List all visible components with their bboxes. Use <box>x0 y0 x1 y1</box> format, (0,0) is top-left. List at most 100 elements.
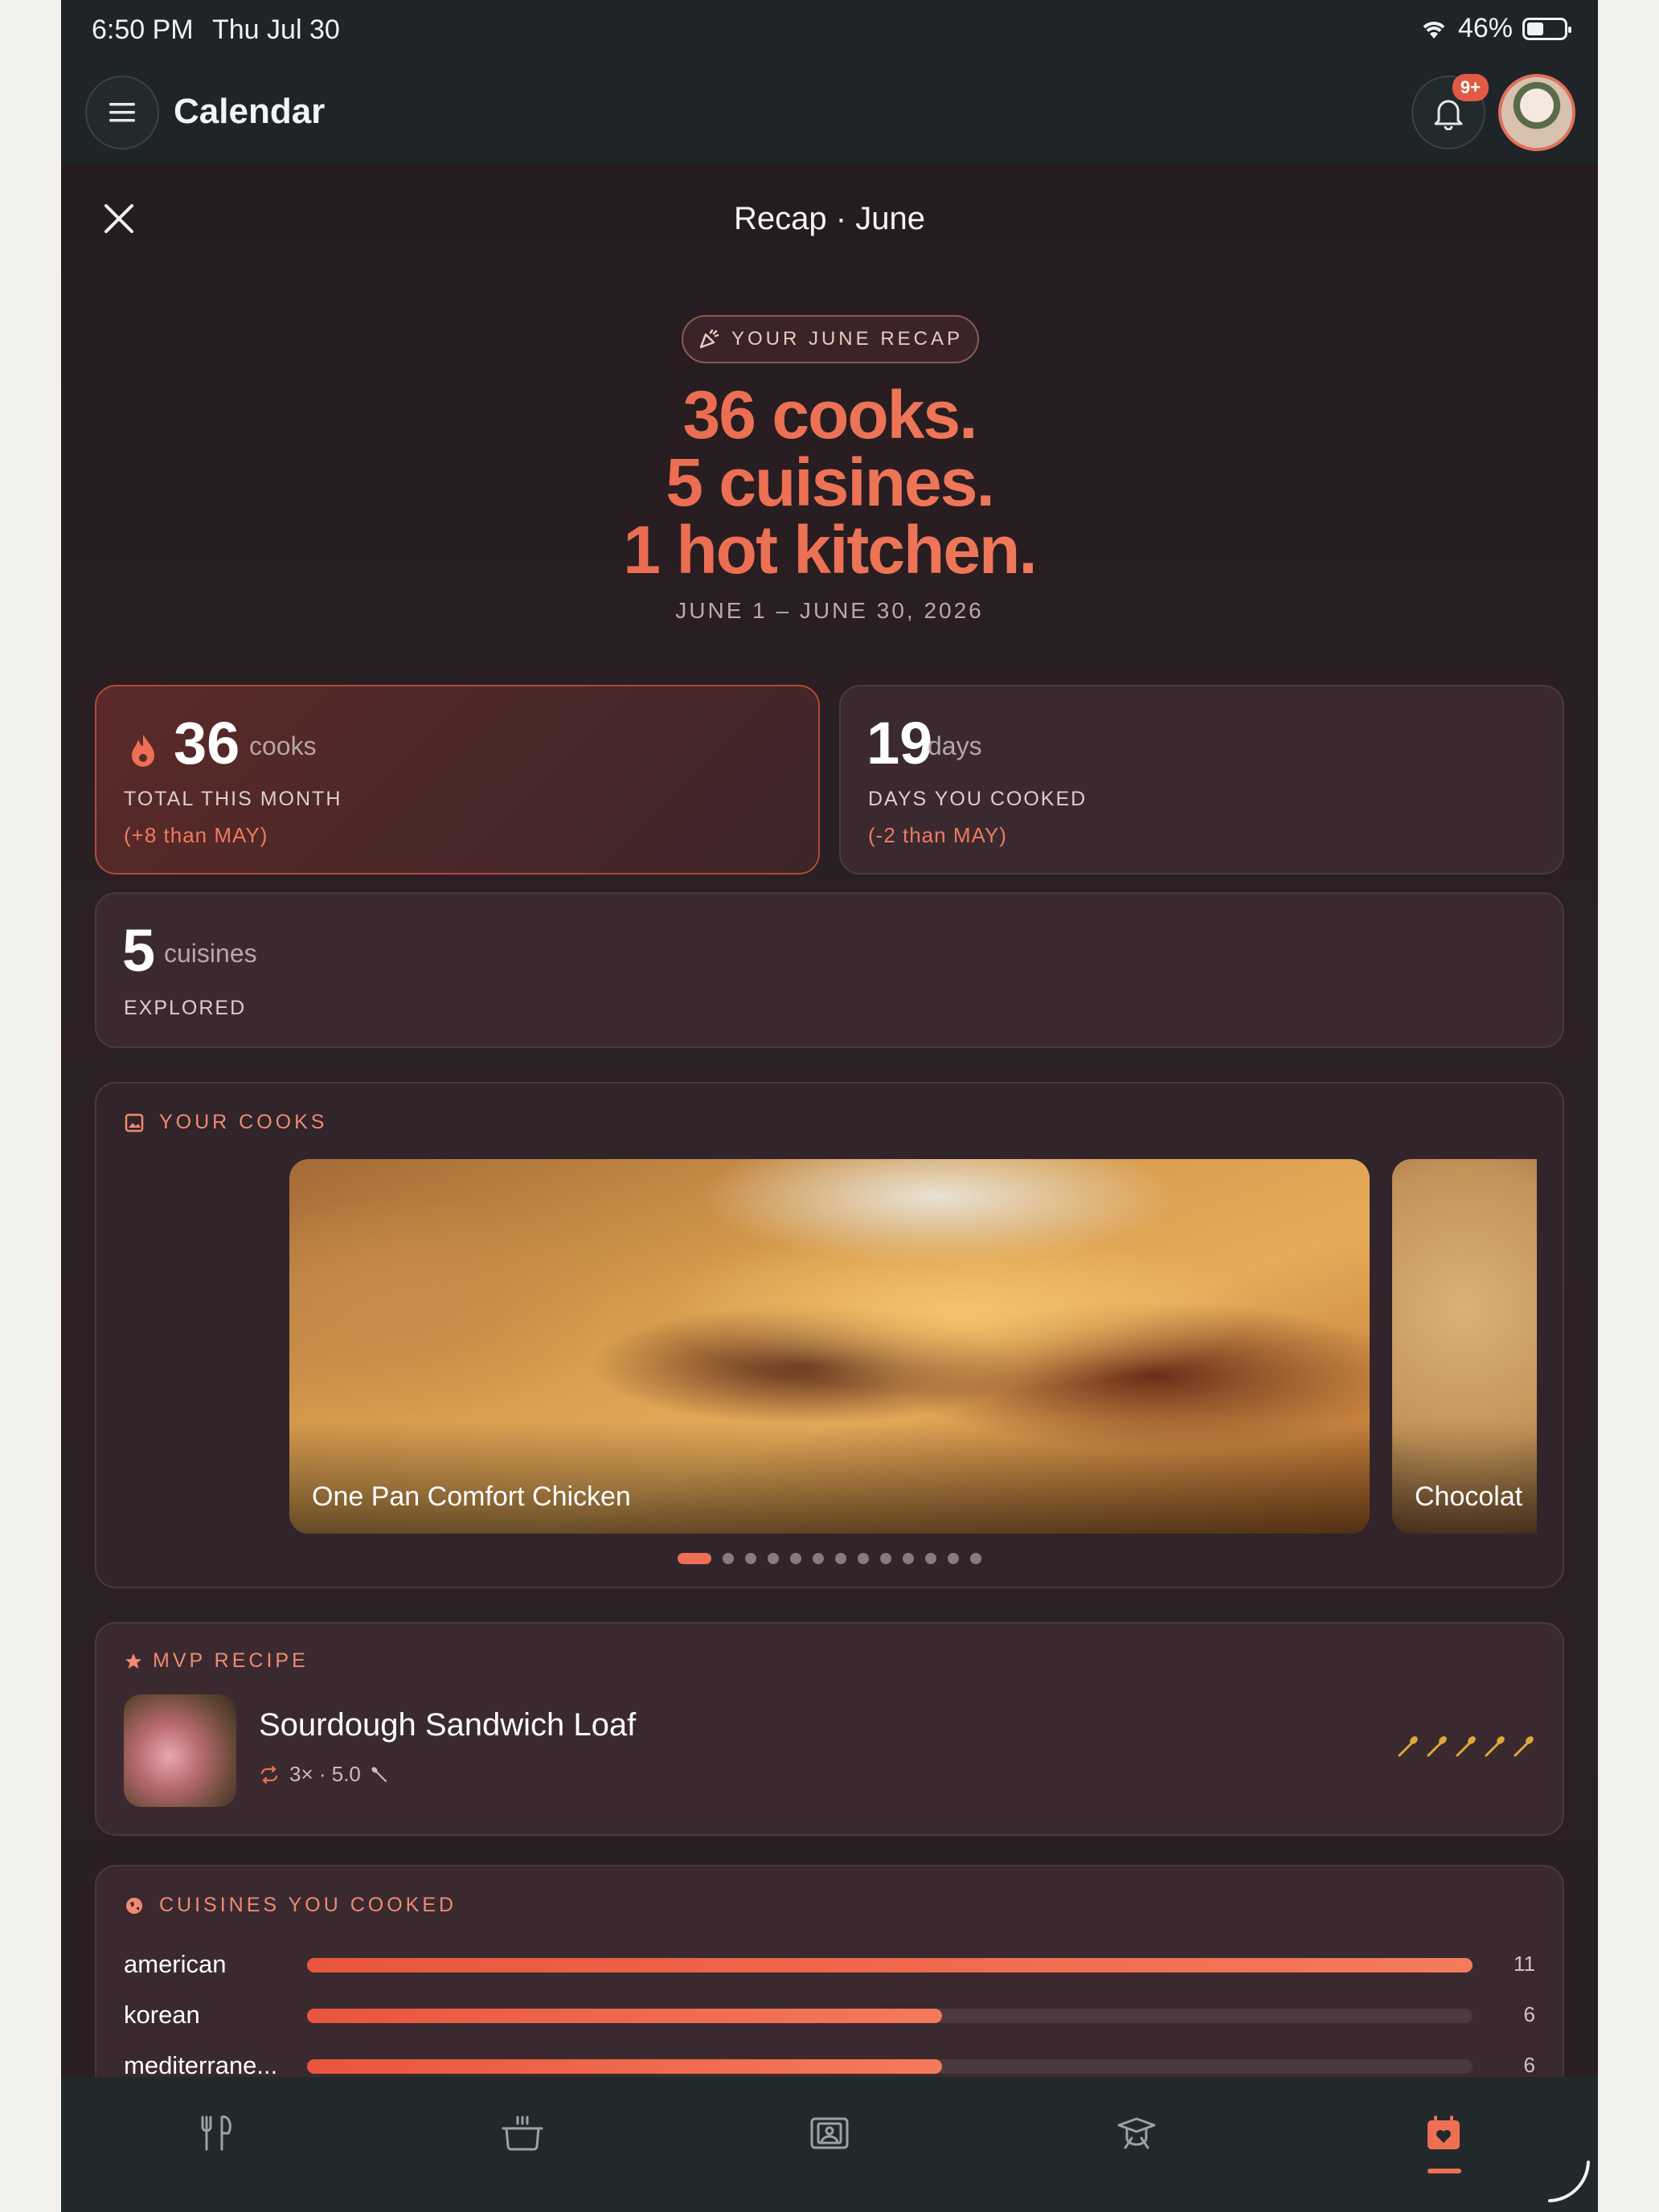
status-time: 6:50 PM <box>92 14 194 45</box>
carousel-dot[interactable] <box>745 1553 756 1564</box>
repeat-icon <box>260 1765 278 1784</box>
device-screen: 6:50 PM Thu Jul 30 46% Calendar 9+ Recap… <box>61 0 1598 2212</box>
cook-photo-1[interactable]: One Pan Comfort Chicken <box>289 1159 1370 1534</box>
scroll-handle[interactable] <box>1545 2157 1593 2206</box>
carousel-dot[interactable] <box>835 1553 846 1564</box>
rating-spoon-icon <box>1514 1736 1534 1757</box>
mvp-meta-text: 3× · 5.0 <box>289 1762 361 1786</box>
menu-button[interactable] <box>85 76 159 150</box>
mvp-rating <box>1395 1735 1535 1759</box>
cook-photo-1-caption: One Pan Comfort Chicken <box>312 1481 631 1512</box>
cuisines-header: CUISINES YOU COOKED <box>124 1894 457 1917</box>
hamburger-icon <box>109 103 135 122</box>
stat-cooks-label: TOTAL THIS MONTH <box>124 788 342 810</box>
recap-pill: YOUR JUNE RECAP <box>682 315 979 363</box>
globe-icon <box>126 1897 142 1914</box>
spoon-icon <box>371 1766 387 1782</box>
status-right: 46% <box>1419 13 1571 44</box>
stat-days-unit: days <box>928 731 982 760</box>
carousel-dot[interactable] <box>970 1553 981 1564</box>
flame-icon <box>132 735 154 767</box>
cuisine-label: american <box>124 1950 227 1978</box>
modal-title: Recap · June <box>734 201 925 236</box>
cuisine-bar-track <box>307 2009 1473 2023</box>
battery-percent: 46% <box>1457 13 1513 43</box>
carousel-dots[interactable] <box>96 1553 1563 1564</box>
carousel-dot[interactable] <box>903 1553 914 1564</box>
stat-cuisines-unit: cuisines <box>164 939 257 968</box>
carousel-dot[interactable] <box>813 1553 824 1564</box>
app-title: Calendar <box>174 92 326 131</box>
your-cooks-header: YOUR COOKS <box>124 1111 327 1134</box>
carousel-dot[interactable] <box>880 1553 891 1564</box>
stat-cooks-unit: cooks <box>249 731 317 760</box>
notifications-button[interactable]: 9+ <box>1411 74 1489 150</box>
headline-line-2: 5 cuisines. <box>61 449 1598 516</box>
stat-days-delta: (-2 than MAY) <box>868 823 1007 847</box>
carousel-dot[interactable] <box>925 1553 936 1564</box>
tab-gallery[interactable] <box>797 2101 862 2165</box>
bottom-tab-bar <box>61 2077 1598 2212</box>
battery-icon <box>1522 17 1571 40</box>
tab-cook[interactable] <box>490 2101 555 2165</box>
cuisine-row: korean 6 <box>124 2001 1535 2033</box>
recap-pill-label: YOUR JUNE RECAP <box>731 328 964 350</box>
cuisine-count: 6 <box>1523 2053 1535 2077</box>
rating-spoon-icon <box>1485 1736 1505 1757</box>
your-cooks-title: YOUR COOKS <box>159 1111 328 1133</box>
stat-card-days: 19 days DAYS YOU COOKED (-2 than MAY) <box>839 685 1564 875</box>
rating-spoon-icon <box>1427 1736 1447 1757</box>
carousel-dot[interactable] <box>790 1553 801 1564</box>
pot-icon <box>502 2116 543 2151</box>
utensils-icon <box>201 2115 231 2151</box>
mvp-header: MVP RECIPE <box>124 1649 309 1673</box>
cuisine-count: 11 <box>1514 1952 1535 1976</box>
mvp-recipe-meta: 3× · 5.0 <box>259 1762 388 1787</box>
stat-cuisines-value: 5 <box>122 917 156 984</box>
cuisine-label: korean <box>124 2001 200 2029</box>
cuisine-count: 6 <box>1523 2002 1535 2026</box>
gallery-icon <box>810 2117 849 2149</box>
party-popper-icon <box>699 329 719 349</box>
cuisines-title: CUISINES YOU COOKED <box>159 1894 457 1916</box>
notification-badge: 9+ <box>1452 74 1489 101</box>
cuisine-bar-track <box>307 2059 1473 2074</box>
headline-line-3: 1 hot kitchen. <box>61 516 1598 584</box>
photo-icon <box>125 1113 144 1132</box>
stat-days-value: 19 <box>866 710 933 776</box>
stat-cuisines-label: EXPLORED <box>124 997 247 1019</box>
headline-line-1: 36 cooks. <box>61 381 1598 449</box>
carousel-dot[interactable] <box>768 1553 779 1564</box>
mvp-recipe-image <box>124 1694 236 1807</box>
star-icon <box>125 1653 141 1669</box>
stat-card-cuisines: 5 cuisines EXPLORED <box>95 892 1564 1048</box>
rating-spoon-icon <box>1398 1736 1418 1757</box>
cook-photo-2[interactable]: Chocolat <box>1392 1159 1537 1534</box>
date-range: JUNE 1 – JUNE 30, 2026 <box>675 598 984 623</box>
carousel-dot[interactable] <box>723 1553 734 1564</box>
your-cooks-card: YOUR COOKS One Pan Comfort Chicken Choco… <box>95 1082 1564 1588</box>
avatar[interactable] <box>1498 74 1575 151</box>
rating-spoon-icon <box>1456 1736 1476 1757</box>
status-date: Thu Jul 30 <box>212 14 340 45</box>
cook-photo-2-caption: Chocolat <box>1415 1481 1523 1512</box>
cuisine-row: american 11 <box>124 1950 1535 1982</box>
mvp-card[interactable]: MVP RECIPE Sourdough Sandwich Loaf 3× · … <box>95 1622 1564 1836</box>
tab-recipes[interactable] <box>183 2101 248 2165</box>
carousel-dot[interactable] <box>858 1553 869 1564</box>
recap-modal: Recap · June YOUR JUNE RECAP 36 cooks. 5… <box>61 164 1598 2186</box>
recap-headline: 36 cooks. 5 cuisines. 1 hot kitchen. <box>61 381 1598 584</box>
tab-calendar[interactable] <box>1411 2101 1476 2173</box>
status-bar: 6:50 PM Thu Jul 30 46% <box>61 0 1598 59</box>
carousel-dot[interactable] <box>948 1553 959 1564</box>
stat-cooks-delta: (+8 than MAY) <box>124 823 268 847</box>
graduation-cap-icon <box>1117 2117 1156 2149</box>
stat-cooks-value: 36 <box>174 710 240 776</box>
app-bar: Calendar 9+ <box>61 59 1598 164</box>
wifi-icon <box>1423 21 1445 39</box>
cuisine-bar-fill <box>307 2009 943 2023</box>
carousel-dot-active[interactable] <box>678 1553 711 1564</box>
tab-learn[interactable] <box>1104 2101 1169 2165</box>
cuisine-bar-fill <box>307 1958 1473 1972</box>
active-tab-indicator <box>1428 2169 1461 2173</box>
